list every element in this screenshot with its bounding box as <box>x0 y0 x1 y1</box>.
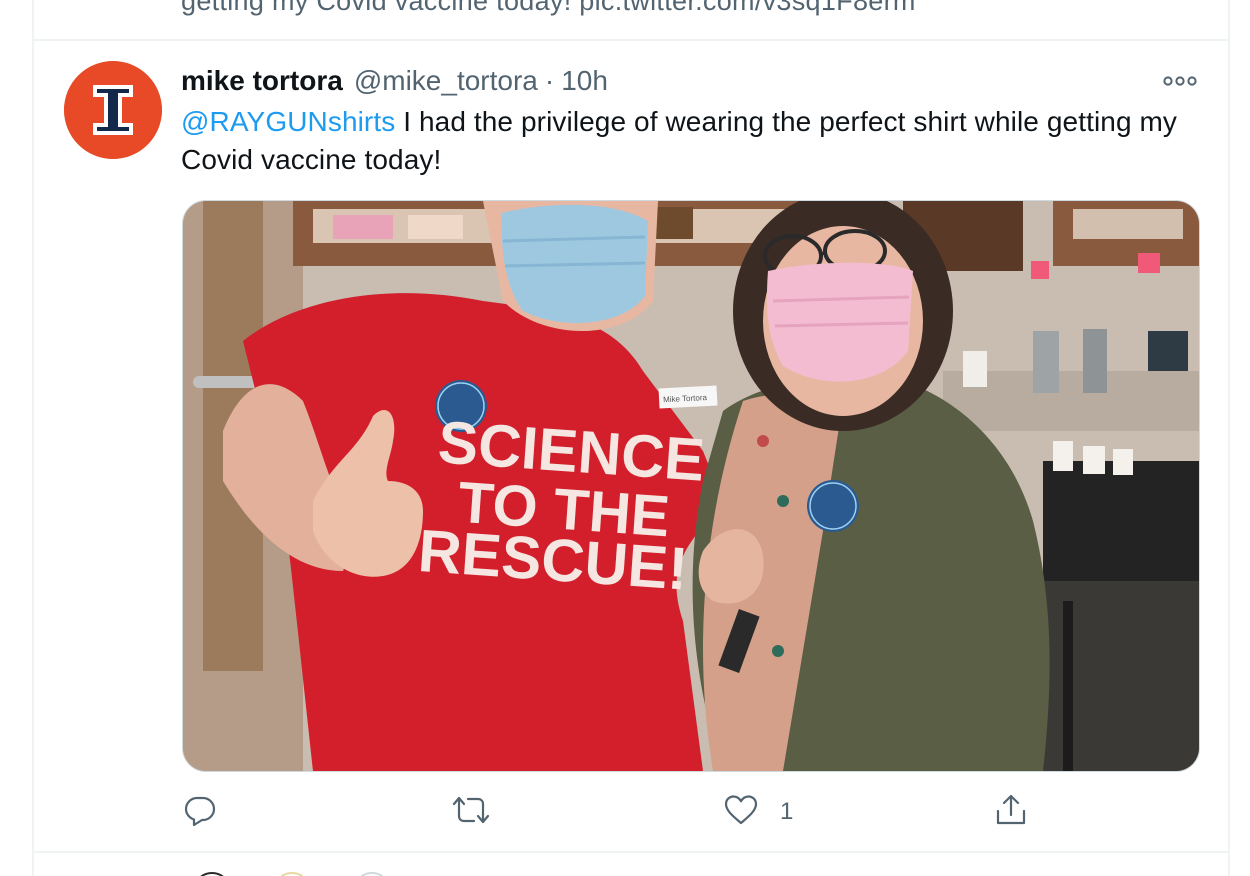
retweet-button[interactable] <box>452 790 512 834</box>
mention-link[interactable]: @RAYGUNshirts <box>181 106 395 137</box>
separator-dot: · <box>544 65 555 96</box>
previous-tweet-text[interactable]: getting my Covid vaccine today! pic.twit… <box>181 0 916 17</box>
like-heart-icon <box>724 794 758 831</box>
reply-icon <box>184 794 216 831</box>
like-count: 1 <box>780 798 794 825</box>
share-button[interactable] <box>995 790 1049 834</box>
tweet-divider-bottom <box>34 851 1228 853</box>
tweet-timestamp[interactable]: 10h <box>561 65 608 97</box>
illinois-logo <box>64 61 162 159</box>
tweet-text: @RAYGUNshirts I had the privilege of wea… <box>181 103 1201 179</box>
retweet-icon <box>452 794 490 831</box>
next-tweet-avatars[interactable] <box>120 866 420 876</box>
share-icon <box>995 793 1027 832</box>
tweet-divider <box>34 39 1228 41</box>
tweet-header: mike tortora @mike_tortora · 10h <box>181 62 608 100</box>
timeline-border-right <box>1228 0 1230 876</box>
timeline-page: getting my Covid vaccine today! pic.twit… <box>0 0 1250 876</box>
reply-button[interactable] <box>184 790 238 834</box>
avatar[interactable] <box>64 61 162 159</box>
more-options-icon[interactable] <box>1160 70 1200 92</box>
author-display-name[interactable]: mike tortora <box>181 65 343 97</box>
author-handle[interactable]: @mike_tortora <box>354 65 538 97</box>
tweet-photo[interactable]: Mike Tortora SCIENCE TO THE RESCUE! <box>182 200 1200 772</box>
like-button[interactable]: 1 <box>724 790 793 834</box>
timeline-border-left <box>32 0 34 876</box>
